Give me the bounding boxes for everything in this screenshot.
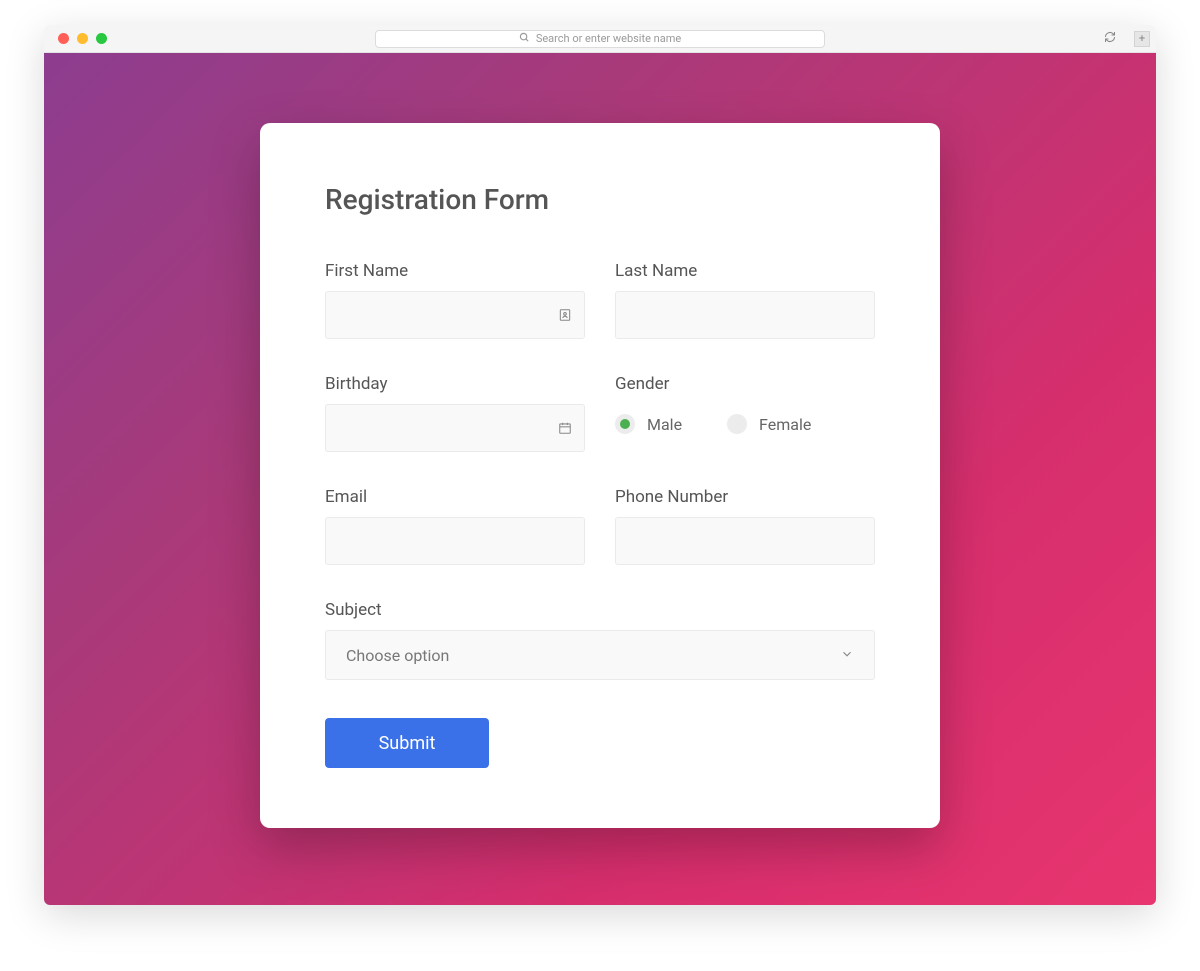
subject-select[interactable]: Choose option <box>325 630 875 680</box>
submit-button[interactable]: Submit <box>325 718 489 768</box>
first-name-label: First Name <box>325 261 585 281</box>
new-tab-button[interactable]: + <box>1134 31 1150 47</box>
form-grid: First Name Last Name <box>325 261 875 680</box>
contact-card-icon <box>557 307 573 323</box>
subject-placeholder: Choose option <box>346 646 449 665</box>
email-input[interactable] <box>325 517 585 565</box>
phone-label: Phone Number <box>615 487 875 507</box>
last-name-input[interactable] <box>615 291 875 339</box>
address-bar[interactable]: Search or enter website name <box>375 30 825 48</box>
registration-card: Registration Form First Name <box>260 123 940 828</box>
first-name-input[interactable] <box>325 291 585 339</box>
birthday-label: Birthday <box>325 374 585 394</box>
email-field: Email <box>325 487 585 565</box>
gender-field: Gender Male Female <box>615 374 875 452</box>
browser-titlebar: Search or enter website name + <box>44 25 1156 53</box>
subject-label: Subject <box>325 600 875 620</box>
first-name-field: First Name <box>325 261 585 339</box>
phone-field: Phone Number <box>615 487 875 565</box>
radio-icon <box>615 414 635 434</box>
maximize-window-button[interactable] <box>96 33 107 44</box>
browser-window: Search or enter website name + Registrat… <box>44 25 1156 905</box>
form-title: Registration Form <box>325 183 875 216</box>
birthday-input[interactable] <box>325 404 585 452</box>
minimize-window-button[interactable] <box>77 33 88 44</box>
radio-label-male: Male <box>647 415 682 434</box>
last-name-field: Last Name <box>615 261 875 339</box>
birthday-field: Birthday <box>325 374 585 452</box>
window-controls <box>58 33 107 44</box>
gender-radio-group: Male Female <box>615 404 875 434</box>
chevron-down-icon <box>840 646 854 665</box>
calendar-icon[interactable] <box>557 420 573 436</box>
email-label: Email <box>325 487 585 507</box>
page-viewport: Registration Form First Name <box>44 53 1156 905</box>
refresh-icon[interactable] <box>1104 31 1116 46</box>
search-icon <box>519 32 530 46</box>
last-name-label: Last Name <box>615 261 875 281</box>
gender-radio-female[interactable]: Female <box>727 414 811 434</box>
radio-icon <box>727 414 747 434</box>
subject-field: Subject Choose option <box>325 600 875 680</box>
radio-label-female: Female <box>759 415 811 434</box>
gender-label: Gender <box>615 374 875 394</box>
gender-radio-male[interactable]: Male <box>615 414 682 434</box>
phone-input[interactable] <box>615 517 875 565</box>
address-placeholder: Search or enter website name <box>536 32 681 45</box>
close-window-button[interactable] <box>58 33 69 44</box>
